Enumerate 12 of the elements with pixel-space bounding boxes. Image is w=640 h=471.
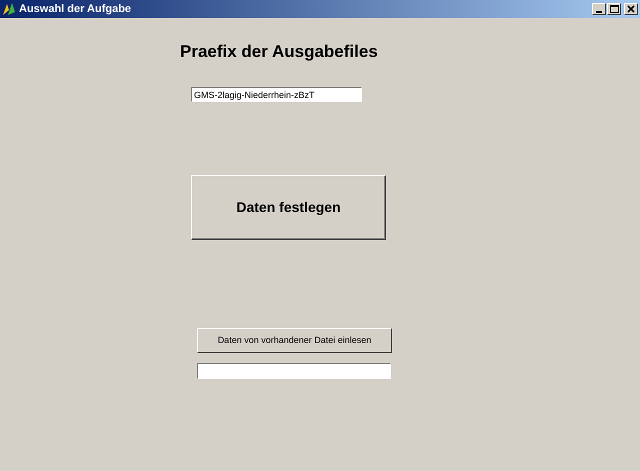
heading: Praefix der Ausgabefiles xyxy=(180,42,379,62)
maximize-button[interactable] xyxy=(607,3,621,15)
load-file-button[interactable]: Daten von vorhandener Datei einlesen xyxy=(197,328,392,353)
prefix-field[interactable]: GMS-2lagig-Niederrhein-zBzT xyxy=(191,87,362,102)
close-button[interactable] xyxy=(624,3,638,15)
window-title: Auswahl der Aufgabe xyxy=(19,4,132,14)
set-data-button[interactable]: Daten festlegen xyxy=(191,175,386,240)
close-icon xyxy=(627,5,635,13)
minimize-button[interactable] xyxy=(592,3,606,15)
file-field[interactable] xyxy=(197,363,391,379)
app-icon xyxy=(2,2,16,16)
maximize-icon xyxy=(610,5,618,13)
